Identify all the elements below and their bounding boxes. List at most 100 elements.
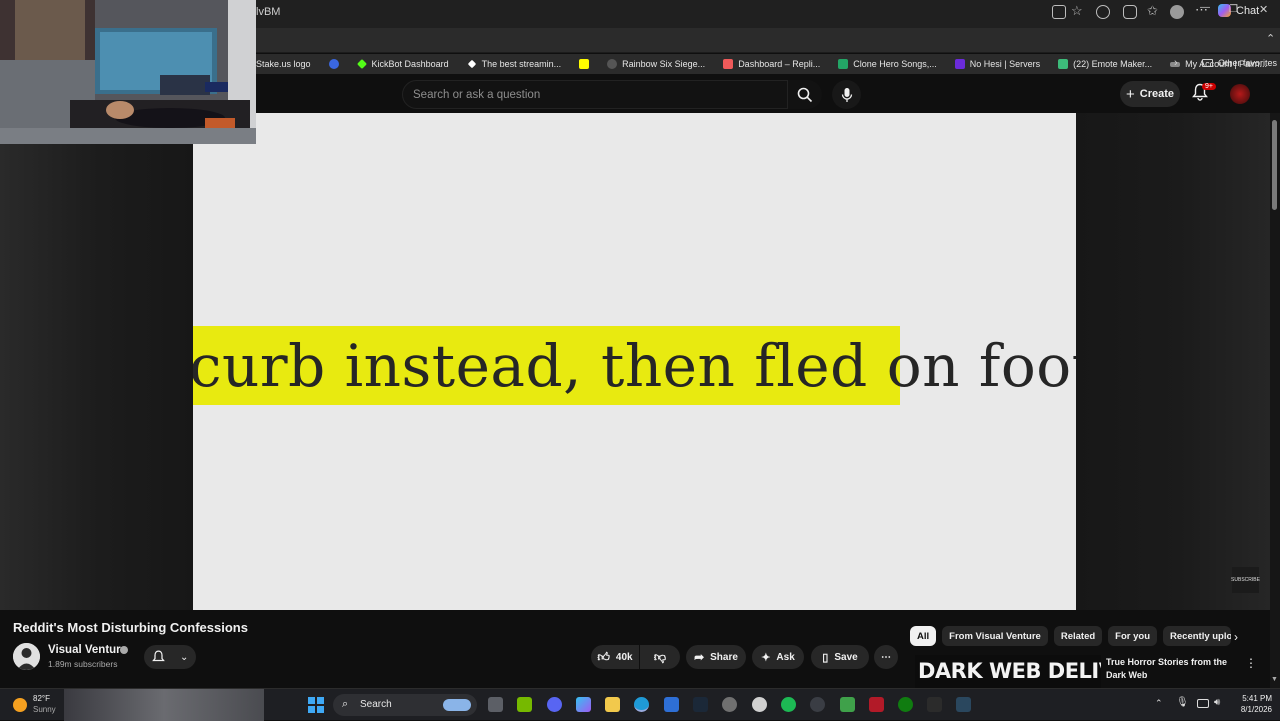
edge-icon[interactable] <box>634 697 649 712</box>
chip-all[interactable]: All <box>910 626 937 646</box>
favorites-bar: Stake.us logo KickBot Dashboard The best… <box>256 54 1280 74</box>
create-button[interactable]: + Create <box>1120 81 1180 107</box>
notification-badge: 9+ <box>1202 83 1216 90</box>
video-caption-text: curb instead, then fled on foot, <box>193 332 1076 400</box>
bookmark-item[interactable]: No Hesi | Servers <box>954 59 1040 69</box>
bookmark-item[interactable] <box>328 59 339 69</box>
streaming-icon <box>467 59 476 69</box>
steam-2-icon[interactable] <box>956 697 971 712</box>
recommendation-thumbnail[interactable]: DARK WEB DELIVERY <box>915 655 1101 689</box>
video-frame[interactable]: curb instead, then fled on foot, <box>193 113 1076 610</box>
windows-start-icon[interactable] <box>308 697 324 713</box>
steam-icon[interactable] <box>693 697 708 712</box>
sparkle-icon: ✦ <box>761 651 771 664</box>
close-icon[interactable]: ✕ <box>1259 3 1268 16</box>
bookmark-favicon-icon <box>328 59 339 69</box>
nohesi-icon <box>954 59 965 69</box>
microphone-tray-icon[interactable]: 🎙︎ <box>1176 697 1189 708</box>
bell-icon <box>151 650 165 662</box>
bookmark-item[interactable]: The best streamin... <box>467 59 561 69</box>
microphone-icon <box>841 87 852 102</box>
collapse-chevron-icon[interactable]: ⌃ <box>1266 32 1275 45</box>
minimize-icon[interactable]: — <box>1200 2 1210 13</box>
task-view-icon[interactable] <box>488 697 503 712</box>
favorites-icon[interactable]: ✩ <box>1147 3 1161 18</box>
search-icon: ⌕ <box>342 698 349 710</box>
bookmark-item[interactable]: Clone Hero Songs,... <box>838 59 937 69</box>
copilot-chat-button[interactable]: Chat <box>1218 4 1259 17</box>
folder-icon <box>1202 59 1213 67</box>
subscription-notifications-button[interactable]: ⌄ <box>144 645 196 669</box>
bookmark-item[interactable] <box>579 59 590 69</box>
chip-related[interactable]: Related <box>1053 626 1103 646</box>
bookmark-item[interactable]: Stake.us logo <box>256 59 311 69</box>
r6-icon <box>607 59 618 69</box>
scrollbar-thumb[interactable] <box>1272 120 1277 210</box>
snapchat-icon <box>579 59 590 69</box>
obs-icon[interactable] <box>752 697 767 712</box>
weather-sun-icon[interactable] <box>13 698 27 712</box>
xbox-icon[interactable] <box>898 697 913 712</box>
plus-icon: + <box>1125 85 1135 103</box>
favorite-star-icon[interactable]: ☆ <box>1071 3 1085 18</box>
weather-temperature[interactable]: 82°F <box>33 694 50 703</box>
subscriber-count: 1.89m subscribers <box>48 659 118 669</box>
search-input[interactable]: Search or ask a question <box>402 80 788 109</box>
bookmark-item[interactable]: KickBot Dashboard <box>356 59 449 69</box>
scroll-down-arrow-icon[interactable]: ▼ <box>1271 676 1278 683</box>
chip-recently-uploaded[interactable]: Recently uplo <box>1163 626 1232 646</box>
4k-downloader-icon[interactable] <box>810 697 825 712</box>
ask-button[interactable]: ✦ Ask <box>752 645 804 669</box>
app-p-icon[interactable] <box>927 697 942 712</box>
settings-icon[interactable] <box>722 697 737 712</box>
chip-for-you[interactable]: For you <box>1108 626 1158 646</box>
webcam-overlay <box>0 0 256 144</box>
app-b-icon[interactable] <box>840 697 855 712</box>
extensions-icon[interactable] <box>1096 5 1110 19</box>
share-button[interactable]: ➦ Share <box>686 645 746 669</box>
subscribe-watermark[interactable]: SUBSCRIBE <box>1231 567 1260 593</box>
profile-avatar-icon[interactable] <box>1170 5 1184 19</box>
chips-next-chevron-icon[interactable]: › <box>1234 630 1238 644</box>
recommendation-filter-chips: All From Visual Venture Related For you … <box>910 626 1232 646</box>
channel-avatar-image <box>13 643 40 670</box>
account-avatar[interactable] <box>1230 84 1250 104</box>
recommendation-menu-icon[interactable]: ⋮ <box>1245 656 1257 670</box>
taskbar-search[interactable]: ⌕ Search <box>333 694 477 716</box>
network-icon[interactable] <box>1197 699 1209 708</box>
bookmark-item[interactable]: Rainbow Six Siege... <box>607 59 705 69</box>
weather-description[interactable]: Sunny <box>33 705 56 714</box>
channel-name[interactable]: Visual Venture <box>48 644 127 656</box>
channel-avatar[interactable] <box>13 643 40 670</box>
chip-from-channel[interactable]: From Visual Venture <box>942 626 1048 646</box>
app-red-icon[interactable] <box>869 697 884 712</box>
copilot-app-icon[interactable] <box>576 697 591 712</box>
recommendation-title[interactable]: True Horror Stories from the Dark Web <box>1106 656 1236 682</box>
search-button[interactable] <box>788 80 822 109</box>
clock-date[interactable]: 8/1/2026 <box>1230 705 1272 714</box>
browser-essentials-icon[interactable] <box>1123 5 1137 19</box>
emote-maker-icon <box>1058 59 1069 69</box>
clock-time[interactable]: 5:41 PM <box>1236 694 1272 703</box>
dislike-button[interactable]: 👎︎ <box>640 645 680 669</box>
file-explorer-icon[interactable] <box>605 697 620 712</box>
volume-icon[interactable]: 🔊︎ <box>1214 697 1220 708</box>
other-favorites-folder[interactable]: Other favorites <box>1202 58 1277 68</box>
address-bar[interactable]: lvBM <box>256 6 280 18</box>
kickbot-icon <box>356 59 367 69</box>
save-button[interactable]: ▯ Save <box>811 645 869 669</box>
split-screen-icon[interactable] <box>1052 5 1066 19</box>
voice-search-button[interactable] <box>832 80 861 109</box>
spotify-icon[interactable] <box>781 697 796 712</box>
tray-chevron-icon[interactable]: ⌃ <box>1155 698 1163 709</box>
like-button[interactable]: 👍︎ 40k <box>591 645 639 669</box>
more-actions-button[interactable]: ⋯ <box>874 645 898 669</box>
bookmarks-overflow-chevron-icon[interactable]: › <box>1174 57 1178 69</box>
bookmark-item[interactable]: Dashboard – Repli... <box>723 59 820 69</box>
nvidia-icon[interactable] <box>517 697 532 712</box>
restore-icon[interactable]: ❐ <box>1229 4 1238 15</box>
bookmark-item[interactable]: (22) Emote Maker... <box>1058 59 1152 69</box>
discord-icon[interactable] <box>547 697 562 712</box>
store-icon[interactable] <box>664 697 679 712</box>
webcam-feed-image <box>0 0 256 144</box>
